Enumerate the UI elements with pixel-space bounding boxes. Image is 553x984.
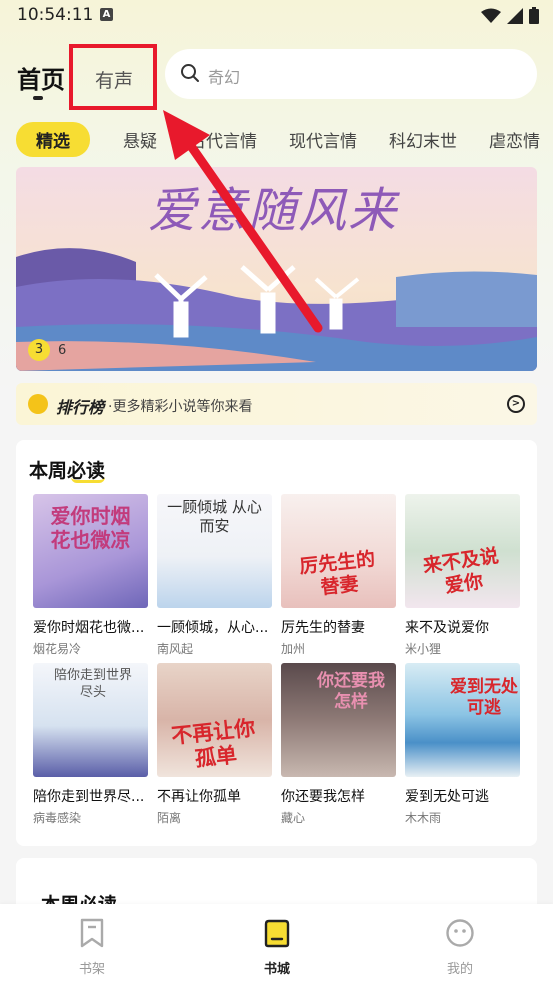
- category-tab-ancient-romance[interactable]: 古代言情: [189, 127, 257, 152]
- book-title: 你还要我怎样: [281, 789, 365, 805]
- book-card[interactable]: 来不及说爱你 来不及说爱你 米小狸: [405, 494, 523, 657]
- title-underline: [71, 477, 105, 483]
- cover-text: 爱到无处可逃: [450, 677, 518, 718]
- book-cover: 一顾倾城 从心而安: [157, 494, 272, 608]
- book-card[interactable]: 厉先生的替妻 厉先生的替妻 加州: [281, 494, 399, 657]
- book-card[interactable]: 爱到无处可逃 爱到无处可逃 木木雨: [405, 663, 523, 826]
- bottom-nav: 书架 书城 我的: [0, 904, 553, 984]
- book-title: 爱你时烟花也微...: [33, 620, 145, 636]
- book-cover: 爱你时烟花也微凉: [33, 494, 148, 608]
- ranking-title: 排行榜: [56, 398, 105, 417]
- signal-icon: [507, 7, 523, 24]
- banner-carousel[interactable]: 爱意随风来 3 6: [16, 167, 537, 371]
- category-tabs: 精选 悬疑 古代言情 现代言情 科幻末世 虐恋情: [16, 121, 553, 157]
- nav-bookshelf[interactable]: 书架: [52, 918, 132, 977]
- nav-label: 书架: [78, 962, 105, 977]
- bookstore-icon: [264, 919, 290, 948]
- ranking-subtitle: ·更多精彩小说等你来看: [108, 399, 253, 415]
- search-input[interactable]: 奇幻: [165, 49, 537, 99]
- category-tab-scifi[interactable]: 科幻末世: [389, 127, 457, 152]
- book-card[interactable]: 陪你走到世界尽头 陪你走到世界尽... 病毒感染: [33, 663, 151, 826]
- book-author: 藏心: [281, 811, 306, 825]
- book-title: 一顾倾城，从心...: [157, 620, 269, 636]
- book-title: 不再让你孤单: [157, 789, 241, 805]
- pager-current: 3: [28, 339, 50, 361]
- nav-label: 我的: [446, 962, 473, 977]
- nav-profile[interactable]: 我的: [420, 918, 500, 977]
- book-author: 米小狸: [405, 642, 442, 656]
- header: 首页 有声 奇幻: [0, 44, 553, 110]
- category-tab-angst[interactable]: 虐恋情: [489, 127, 540, 152]
- category-tab-featured[interactable]: 精选: [16, 121, 90, 157]
- book-author: 烟花易冷: [33, 642, 82, 656]
- cover-text: 你还要我怎样: [317, 671, 385, 712]
- status-time: 10:54:11: [17, 5, 94, 25]
- book-cover: 来不及说爱你: [405, 494, 520, 608]
- book-author: 病毒感染: [33, 811, 82, 825]
- book-card[interactable]: 你还要我怎样 你还要我怎样 藏心: [281, 663, 399, 826]
- profile-icon: [446, 919, 474, 947]
- trophy-icon: [28, 394, 48, 414]
- book-card[interactable]: 不再让你孤单 不再让你孤单 陌离: [157, 663, 275, 826]
- book-cover: 厉先生的替妻: [281, 494, 396, 608]
- banner-title: 爱意随风来: [148, 183, 399, 239]
- battery-icon: [529, 7, 539, 24]
- nav-label: 书城: [263, 962, 290, 977]
- cover-text: 爱你时烟花也微凉: [50, 504, 131, 552]
- annotation-highlight-box: [69, 44, 157, 110]
- cover-text: 厉先生的替妻: [298, 548, 377, 599]
- cover-text: 陪你走到世界尽头: [53, 668, 132, 700]
- pager-total: 6: [58, 342, 67, 358]
- book-cover: 你还要我怎样: [281, 663, 396, 777]
- category-tab-suspense[interactable]: 悬疑: [123, 127, 157, 152]
- chevron-right-icon: >: [507, 395, 525, 413]
- status-icons: [481, 7, 539, 24]
- category-tab-modern-romance[interactable]: 现代言情: [289, 127, 357, 152]
- book-author: 加州: [281, 642, 306, 656]
- book-author: 木木雨: [405, 811, 442, 825]
- book-cover: 陪你走到世界尽头: [33, 663, 148, 777]
- book-cover: 不再让你孤单: [157, 663, 272, 777]
- tab-home[interactable]: 首页: [17, 60, 65, 95]
- book-author: 陌离: [157, 811, 182, 825]
- cover-text: 来不及说爱你: [421, 544, 500, 598]
- notification-a-icon: A: [100, 8, 113, 21]
- weekly-section: 本周必读 爱你时烟花也微凉 爱你时烟花也微... 烟花易冷 一顾倾城 从心而安 …: [16, 440, 537, 846]
- book-card[interactable]: 爱你时烟花也微凉 爱你时烟花也微... 烟花易冷: [33, 494, 151, 657]
- book-author: 南风起: [157, 642, 194, 656]
- book-title: 陪你走到世界尽...: [33, 789, 145, 805]
- search-placeholder: 奇幻: [208, 68, 241, 87]
- book-cover: 爱到无处可逃: [405, 663, 520, 777]
- cover-text: 一顾倾城 从心而安: [167, 498, 262, 535]
- book-card[interactable]: 一顾倾城 从心而安 一顾倾城，从心... 南风起: [157, 494, 275, 657]
- banner-pager: 3 6: [28, 339, 66, 361]
- status-bar: 10:54:11 A: [0, 0, 553, 32]
- active-tab-indicator: [33, 96, 43, 100]
- bookmark-icon: [80, 918, 104, 948]
- cover-text: 不再让你孤单: [170, 714, 257, 772]
- ranking-entry[interactable]: 排行榜 ·更多精彩小说等你来看 >: [16, 383, 537, 425]
- book-title: 爱到无处可逃: [405, 789, 489, 805]
- wifi-icon: [481, 8, 501, 23]
- book-title: 厉先生的替妻: [281, 620, 365, 636]
- nav-bookstore[interactable]: 书城: [237, 918, 317, 977]
- search-icon: [181, 64, 199, 82]
- book-title: 来不及说爱你: [405, 620, 489, 636]
